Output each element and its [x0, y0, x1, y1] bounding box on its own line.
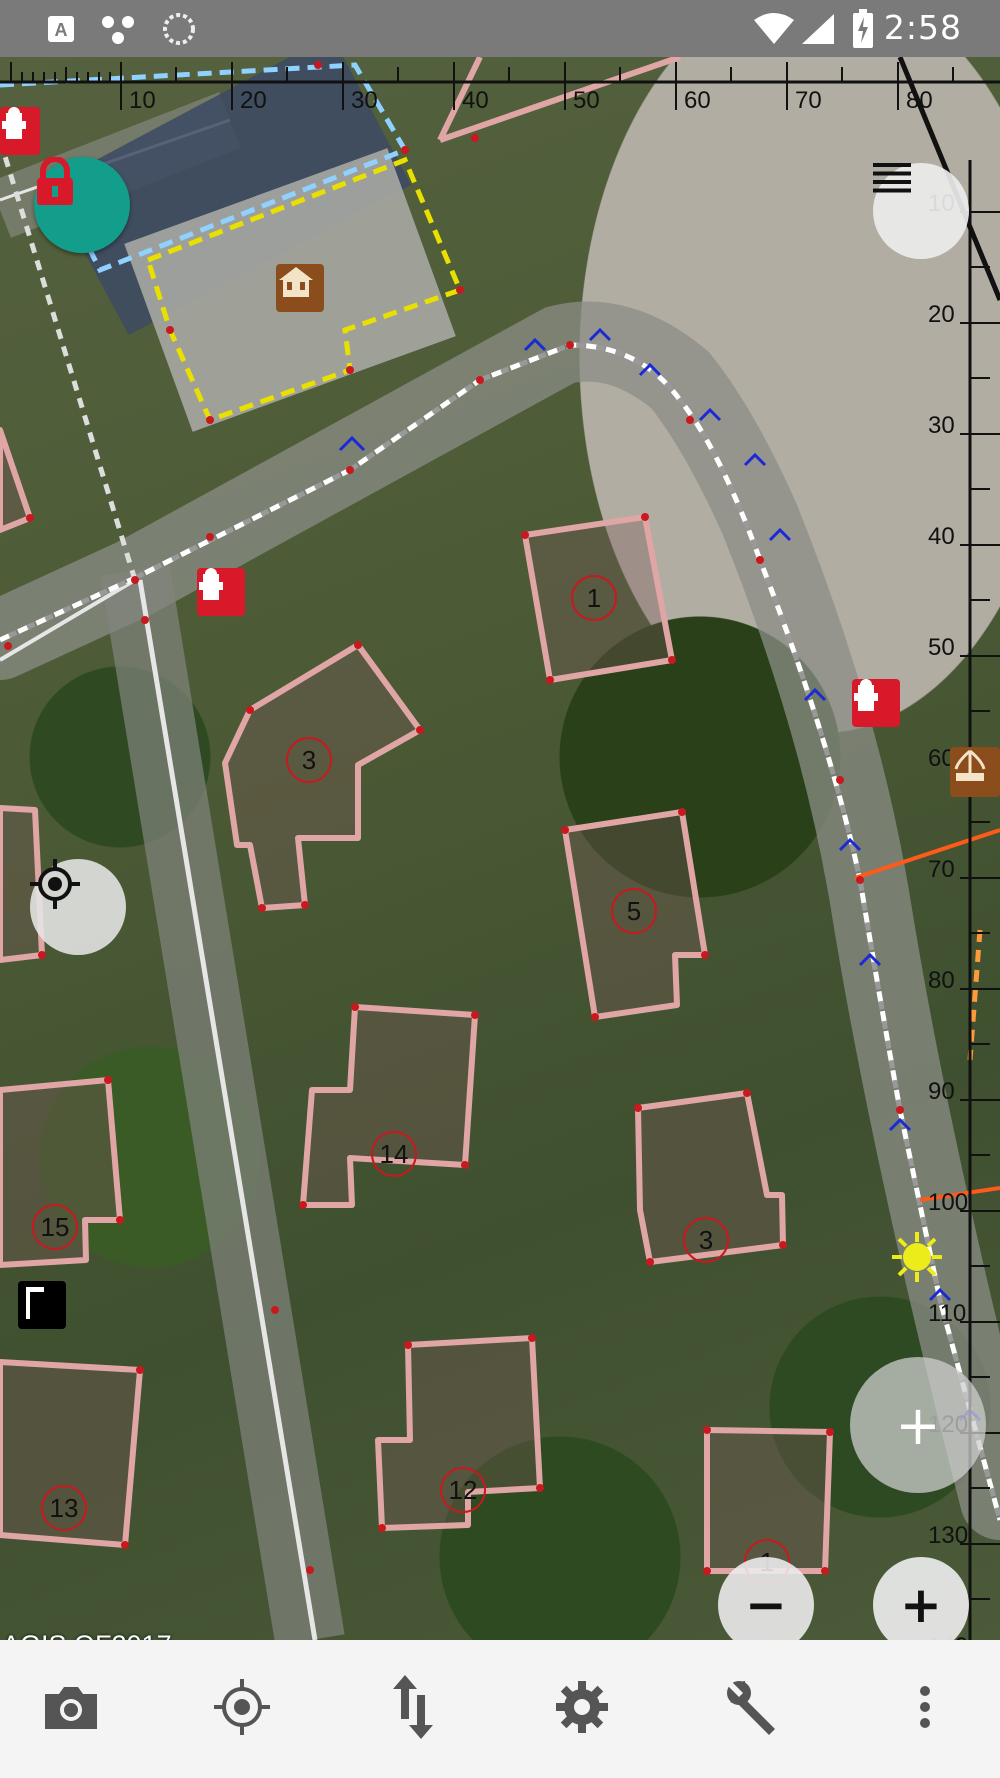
building-number: 1: [586, 582, 602, 613]
transfer-button[interactable]: [378, 1674, 448, 1744]
ruler-right-label: 80: [928, 967, 955, 994]
fountain-icon[interactable]: [950, 747, 1000, 797]
fire-hydrant-icon[interactable]: [0, 107, 40, 155]
building-label[interactable]: 12: [440, 1467, 486, 1513]
ruler-right-label: 20: [928, 301, 955, 328]
more-vert-icon: [918, 1685, 932, 1734]
ruler-top-label: 40: [462, 87, 489, 114]
shelter-icon[interactable]: [276, 264, 324, 312]
plus-icon: +: [900, 1576, 942, 1634]
gps-icon: [214, 1678, 270, 1740]
settings-icon: [554, 1679, 610, 1740]
ruler-top-label: 50: [573, 87, 600, 114]
ruler-top-label: 80: [906, 87, 933, 114]
status-bar: A 2:58: [0, 0, 1000, 57]
ruler-top-label: 20: [240, 87, 267, 114]
building-label[interactable]: 3: [286, 737, 332, 783]
ruler-right-label: 50: [928, 634, 955, 661]
ruler-top-label: 10: [129, 87, 156, 114]
svg-text:A: A: [55, 20, 68, 40]
road: [0, 301, 1000, 1540]
ruler-right-label: 90: [928, 1078, 955, 1105]
lock-button[interactable]: [34, 157, 130, 253]
clock: 2:58: [883, 8, 962, 47]
ruler-right-label: 130: [928, 1522, 969, 1549]
building-edge: [0, 427, 33, 533]
camera-icon: [41, 1682, 101, 1737]
building-number: 15: [40, 1211, 70, 1242]
gps-fix-icon[interactable]: [890, 1230, 944, 1284]
building-number: 3: [698, 1224, 714, 1255]
ruler-right-label: 110: [928, 1300, 967, 1327]
ruler-top-label: 60: [684, 87, 711, 114]
camera-button[interactable]: [36, 1674, 106, 1744]
minus-icon: −: [745, 1576, 787, 1634]
ruler-top-label: 70: [795, 87, 822, 114]
ruler-right-label: 40: [928, 523, 955, 550]
map-attribution: AGIS OF2017: [2, 1630, 172, 1640]
guidepost-icon[interactable]: [18, 1281, 66, 1329]
gps-button[interactable]: [207, 1674, 277, 1744]
add-button[interactable]: +: [850, 1357, 986, 1493]
ruler-top-label: 30: [351, 87, 378, 114]
building-label[interactable]: 1: [571, 575, 617, 621]
fire-hydrant-icon[interactable]: [197, 568, 245, 616]
nodes-icon: [100, 12, 140, 51]
ruler-right-label: 100: [928, 1189, 969, 1216]
building-label[interactable]: 13: [41, 1485, 87, 1531]
text-a-icon: A: [46, 14, 76, 49]
map-canvas: [0, 57, 1000, 1640]
building-number: 13: [49, 1492, 79, 1523]
wifi-icon: [752, 12, 796, 51]
building-label[interactable]: 5: [611, 888, 657, 934]
building-number: 12: [448, 1474, 478, 1505]
building-label[interactable]: 14: [371, 1131, 417, 1177]
ruler-right-label: 30: [928, 412, 955, 439]
signal-icon: [800, 12, 836, 51]
building-number: 3: [301, 744, 317, 775]
bottom-toolbar: [0, 1640, 1000, 1778]
building-number: 14: [379, 1138, 409, 1169]
building-number: 5: [626, 895, 642, 926]
tools-button[interactable]: [718, 1674, 788, 1744]
settings-button[interactable]: [547, 1674, 617, 1744]
layers-menu-button[interactable]: [873, 163, 969, 259]
locate-button[interactable]: [30, 859, 126, 955]
fire-hydrant-icon[interactable]: [852, 679, 900, 727]
wrench-icon: [723, 1677, 783, 1742]
map-view[interactable]: 10 20 30 40 50 60 70 80 10 20 30 40 50 6…: [0, 57, 1000, 1640]
building-label[interactable]: 3: [683, 1217, 729, 1263]
building-label[interactable]: 15: [32, 1204, 78, 1250]
ruler-right-label: 70: [928, 856, 955, 883]
battery-charging-icon: [852, 9, 874, 54]
plus-icon: +: [895, 1393, 941, 1457]
overflow-menu-button[interactable]: [890, 1674, 960, 1744]
sync-icon: [161, 11, 197, 52]
transfer-icon: [391, 1674, 435, 1744]
